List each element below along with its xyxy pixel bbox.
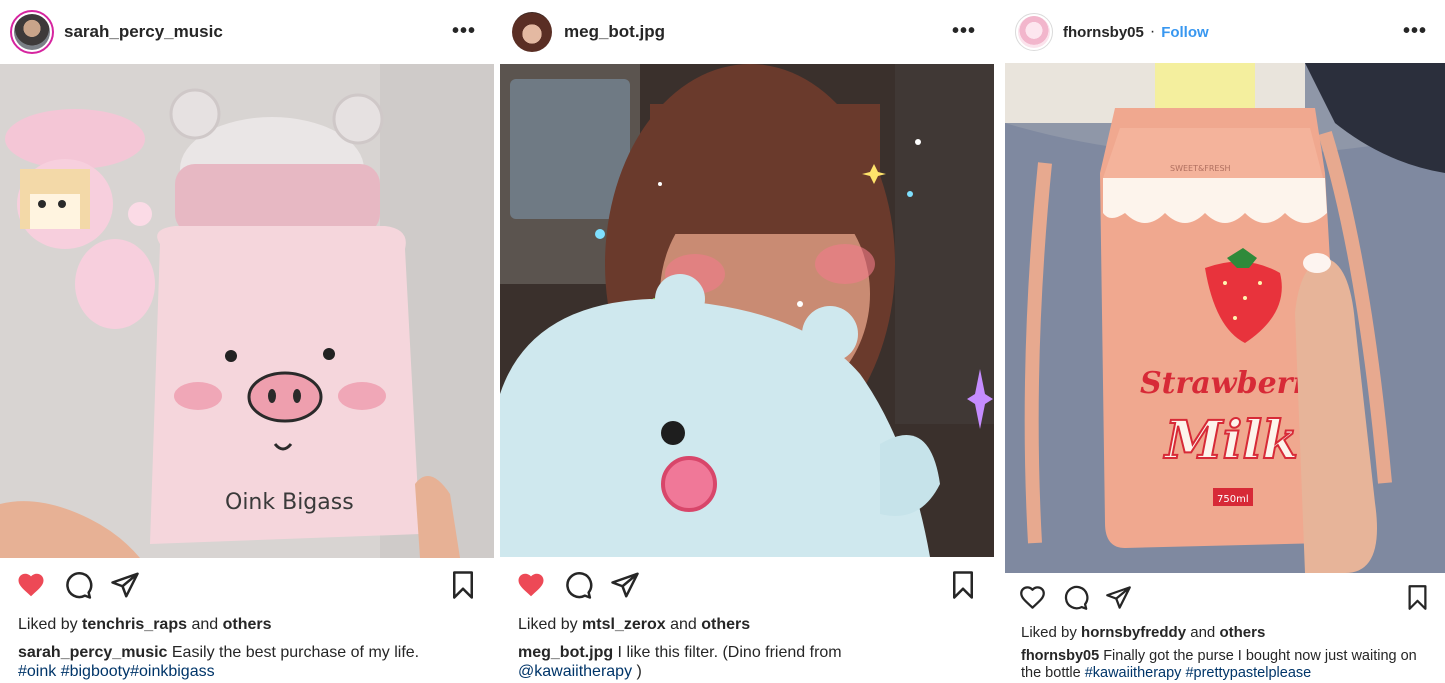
likes-line: Liked by tenchris_raps and others (18, 616, 272, 634)
liked-user-link[interactable]: tenchris_raps (82, 616, 187, 633)
selfie-filter-photo (500, 64, 994, 557)
strawberry-milk-purse-photo: SWEET&FRESH Strawberry Milk 750ml (1005, 63, 1445, 573)
share-icon[interactable] (1105, 584, 1132, 611)
caption-username[interactable]: fhornsby05 (1021, 648, 1099, 664)
purse-text-volume: 750ml (1217, 494, 1249, 505)
caption-username[interactable]: sarah_percy_music (18, 644, 167, 661)
caption-text-end: ) (632, 663, 642, 680)
likes-line: Liked by mtsl_zerox and others (518, 616, 750, 634)
avatar[interactable] (10, 10, 54, 54)
liked-and: and (191, 616, 219, 633)
caption-mention[interactable]: @kawaiitherapy (518, 663, 632, 680)
more-icon[interactable]: ••• (452, 20, 476, 43)
liked-others-link[interactable]: others (223, 616, 272, 633)
heart-icon[interactable] (1019, 584, 1046, 611)
share-icon[interactable] (610, 570, 640, 600)
post-header: fhornsby05 · Follow ••• (1005, 0, 1445, 64)
caption-text: I like this filter. (Dino friend from (613, 644, 842, 661)
caption-hashtag[interactable]: #kawaiitherapy (1085, 665, 1182, 681)
comment-icon[interactable] (1062, 584, 1089, 611)
caption: fhornsby05 Finally got the purse I bough… (1021, 648, 1431, 682)
caption-username[interactable]: meg_bot.jpg (518, 644, 613, 661)
caption-text: Easily the best purchase of my life. (167, 644, 420, 661)
action-bar (500, 566, 994, 606)
follow-button[interactable]: Follow (1161, 24, 1209, 41)
liked-user-link[interactable]: mtsl_zerox (582, 616, 666, 633)
comment-icon[interactable] (63, 570, 93, 600)
purse-text-milk: Milk (1163, 410, 1298, 471)
liked-others-link[interactable]: others (1219, 624, 1265, 641)
action-bar (1005, 580, 1445, 620)
bookmark-icon[interactable] (448, 570, 478, 600)
post-card: fhornsby05 · Follow ••• SWEET&FRESH Stra… (1005, 0, 1445, 683)
heart-icon[interactable] (16, 570, 46, 600)
separator: · (1149, 23, 1156, 40)
liked-user-link[interactable]: hornsbyfreddy (1081, 624, 1186, 641)
liked-prefix: Liked by (1021, 624, 1077, 641)
post-image[interactable]: SWEET&FRESH Strawberry Milk 750ml (1005, 63, 1445, 573)
caption: sarah_percy_music Easily the best purcha… (18, 643, 480, 681)
more-icon[interactable]: ••• (1403, 20, 1427, 43)
post-card: sarah_percy_music ••• Oink Bigass Liked … (0, 0, 494, 683)
username[interactable]: fhornsby05 (1063, 24, 1144, 41)
liked-prefix: Liked by (518, 616, 578, 633)
username[interactable]: sarah_percy_music (64, 22, 223, 42)
bottle-text: Oink Bigass (225, 490, 354, 515)
comment-icon[interactable] (563, 570, 593, 600)
heart-icon[interactable] (516, 570, 546, 600)
pig-bottle-photo: Oink Bigass (0, 64, 494, 558)
liked-and: and (1190, 624, 1216, 641)
post-image[interactable] (500, 64, 994, 557)
liked-and: and (670, 616, 697, 633)
action-bar (0, 566, 494, 606)
liked-others-link[interactable]: others (701, 616, 750, 633)
bookmark-icon[interactable] (948, 570, 978, 600)
purse-brand-text: SWEET&FRESH (1170, 164, 1231, 173)
caption-hashtags[interactable]: #oink #bigbooty#oinkbigass (18, 663, 215, 680)
avatar[interactable] (510, 10, 554, 54)
username[interactable]: meg_bot.jpg (564, 22, 665, 42)
more-icon[interactable]: ••• (952, 20, 976, 43)
post-image[interactable]: Oink Bigass (0, 64, 494, 558)
bookmark-icon[interactable] (1404, 584, 1431, 611)
post-card: meg_bot.jpg ••• Liked by mtsl_zerox and … (500, 0, 994, 683)
share-icon[interactable] (110, 570, 140, 600)
post-header: sarah_percy_music ••• (0, 0, 494, 64)
caption-hashtag[interactable]: #prettypastelplease (1181, 665, 1311, 681)
likes-line: Liked by hornsbyfreddy and others (1021, 624, 1265, 641)
caption: meg_bot.jpg I like this filter. (Dino fr… (518, 643, 980, 681)
liked-prefix: Liked by (18, 616, 78, 633)
avatar[interactable] (1015, 13, 1053, 51)
post-header: meg_bot.jpg ••• (500, 0, 994, 64)
